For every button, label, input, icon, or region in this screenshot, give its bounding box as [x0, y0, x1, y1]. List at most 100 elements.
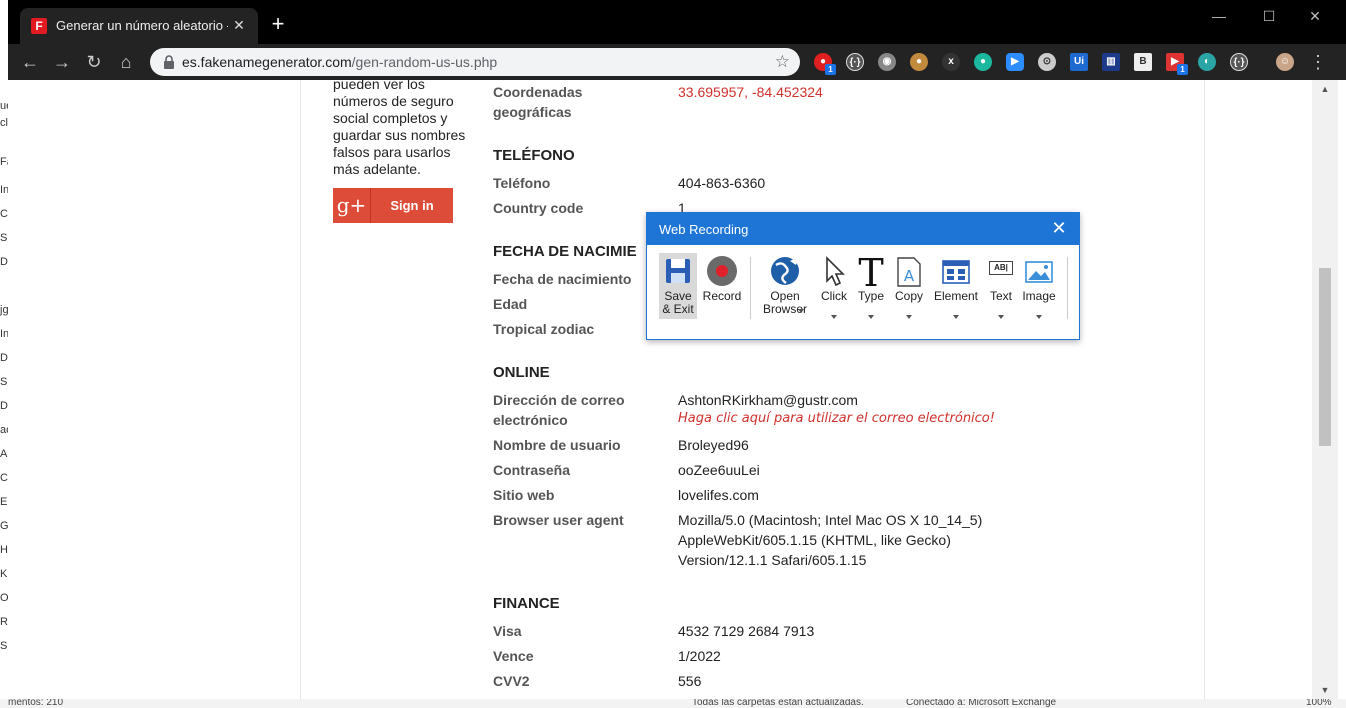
image-icon [1025, 261, 1053, 283]
cvv-value: 556 [678, 673, 702, 689]
country-code-label: Country code [493, 200, 584, 216]
browser-toolbar: ← → ↻ ⌂ es.fakenamegenerator.com/gen-ran… [8, 44, 1346, 80]
image-button[interactable]: Image [1019, 253, 1059, 319]
maximize-button[interactable]: ☐ [1254, 6, 1284, 26]
email-value: AshtonRKirkham@gustr.com [678, 392, 858, 408]
extension-circle-icon[interactable]: ◉ [878, 53, 896, 71]
reload-icon[interactable]: ↻ [82, 50, 106, 74]
dropdown-caret-icon [868, 315, 874, 319]
user-agent-line: Version/12.1.1 Safari/605.1.15 [678, 552, 867, 568]
google-signin-button[interactable]: g+ Sign in [333, 188, 453, 223]
bg-fragment: R [0, 616, 8, 628]
bg-fragment: D [0, 352, 8, 364]
extension-ui-icon[interactable]: Ui [1070, 53, 1088, 71]
extension-badge: 1 [825, 64, 836, 75]
extension-x-icon[interactable]: x [942, 53, 960, 71]
dropdown-caret-icon [953, 315, 959, 319]
text-label: Text [989, 289, 1012, 303]
close-window-button[interactable]: ✕ [1300, 6, 1330, 26]
open-browser-button[interactable]: Open Browser [757, 253, 813, 319]
bg-fragment: C [0, 208, 8, 220]
address-bar[interactable]: es.fakenamegenerator.com/gen-random-us-u… [150, 48, 800, 76]
save-label: Save [664, 289, 692, 303]
text-icon-label: AB [994, 263, 1006, 272]
minimize-button[interactable]: — [1204, 6, 1234, 26]
type-label: Type [857, 289, 884, 303]
extension-search-icon[interactable]: ⊙ [1038, 53, 1056, 71]
open-label: Open [770, 289, 800, 303]
element-button[interactable]: Element [931, 253, 981, 319]
forward-arrow-icon[interactable]: → [50, 50, 74, 74]
bg-fragment: jg [0, 304, 8, 316]
menu-kebab-icon[interactable]: ⋮ [1306, 50, 1330, 74]
expires-value: 1/2022 [678, 648, 721, 664]
exit-label: & Exit [662, 302, 694, 316]
image-label: Image [1022, 289, 1056, 303]
scroll-down-arrow-icon[interactable]: ▼ [1312, 681, 1338, 699]
extension-teal-icon[interactable]: ● [974, 53, 992, 71]
record-button[interactable]: Record [701, 253, 743, 319]
age-label: Edad [493, 296, 528, 312]
scroll-up-arrow-icon[interactable]: ▲ [1312, 80, 1338, 98]
close-dialog-button[interactable]: ✕ [1049, 218, 1069, 238]
svg-text:T: T [858, 255, 883, 289]
bg-fragment: C [0, 472, 8, 484]
tab-title: Generar un número aleatorio - Fa [56, 18, 228, 33]
extension-b-icon[interactable]: B [1134, 53, 1152, 71]
web-recording-dialog: Web Recording ✕ Save & Exit Record Open … [646, 212, 1080, 340]
copy-button[interactable]: A Copy [889, 253, 929, 319]
floppy-disk-icon [666, 259, 690, 283]
web-recording-title: Web Recording [659, 222, 749, 237]
cvv-label: CVV2 [493, 673, 530, 689]
browser-tab[interactable]: F Generar un número aleatorio - Fa ✕ [20, 8, 258, 44]
website-label: Sitio web [493, 487, 555, 503]
bg-fragment: El [0, 496, 8, 508]
copy-label: Copy [894, 289, 923, 303]
user-agent-label: Browser user agent [493, 512, 624, 528]
extension-braces-icon[interactable]: {·} [1230, 53, 1248, 71]
extension-zoom-icon[interactable]: ▶ [1006, 53, 1024, 71]
email-label: Dirección de correo electrónico [493, 392, 625, 428]
zodiac-label: Tropical zodiac [493, 321, 595, 337]
extension-tracker-icon[interactable]: ◐ [1198, 53, 1216, 71]
home-icon[interactable]: ⌂ [114, 50, 138, 74]
toolbar-separator [750, 257, 751, 319]
visa-value: 4532 7129 2684 7913 [678, 623, 815, 639]
type-t-icon: T [858, 255, 883, 289]
extension-badge: 1 [1177, 64, 1188, 75]
website-value: lovelifes.com [678, 487, 759, 503]
url-host: es.fakenamegenerator.com [182, 54, 352, 70]
bookmark-star-icon[interactable]: ☆ [775, 52, 790, 72]
profile-avatar[interactable]: ☺ [1276, 53, 1294, 71]
extension-code-icon[interactable]: {·} [846, 53, 864, 71]
new-tab-button[interactable]: + [266, 12, 290, 36]
type-button[interactable]: T Type [853, 253, 889, 319]
bg-fragment: ue [0, 100, 8, 112]
record-icon [707, 256, 737, 286]
bg-status-item: Conectado a: Microsoft Exchange [906, 699, 1057, 708]
user-agent-line: AppleWebKit/605.1.15 (KHTML, like Gecko) [678, 532, 951, 548]
email-link[interactable]: Haga clic aquí para utilizar el correo e… [678, 411, 995, 426]
page-scrollbar[interactable]: ▲ ▼ [1312, 80, 1338, 699]
signup-promo-text: pueden ver los números de seguro social … [333, 80, 466, 177]
bg-fragment: ac [0, 424, 8, 436]
save-exit-button[interactable]: Save & Exit [659, 253, 697, 319]
mouse-cursor-icon [826, 256, 845, 287]
bg-fragment: Fa [0, 156, 8, 168]
text-field-icon: AB| [989, 261, 1013, 275]
back-arrow-icon[interactable]: ← [18, 50, 42, 74]
tab-strip: F Generar un número aleatorio - Fa ✕ + —… [8, 0, 1346, 44]
extension-chart-icon[interactable]: ▥ [1102, 53, 1120, 71]
scroll-thumb[interactable] [1319, 268, 1331, 446]
element-grid-icon [942, 260, 970, 284]
bg-fragment: cle [0, 117, 8, 129]
bg-fragment: D [0, 256, 8, 268]
bg-fragment: K [0, 568, 8, 580]
svg-text:A: A [904, 267, 915, 285]
click-button[interactable]: Click [815, 253, 853, 319]
tab-close-icon[interactable]: ✕ [230, 16, 248, 34]
open-browser-label: Open Browser [757, 290, 813, 316]
bg-fragment: In [0, 184, 8, 196]
extension-cookie-icon[interactable]: ● [910, 53, 928, 71]
text-button[interactable]: AB| Text [983, 253, 1019, 319]
